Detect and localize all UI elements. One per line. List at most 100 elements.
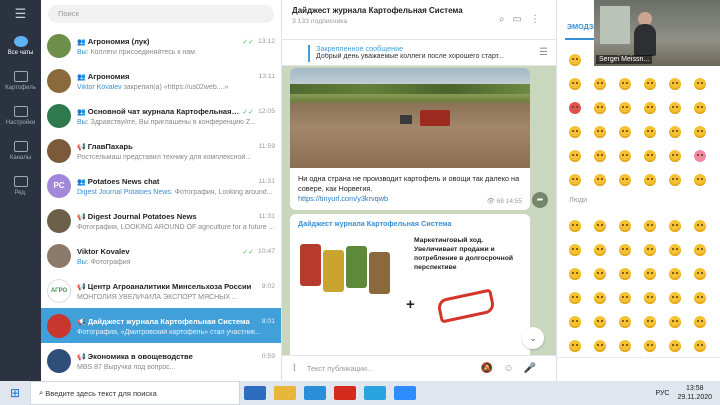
- scroll-down-button[interactable]: ⌄: [522, 327, 544, 349]
- emoji-face-icon[interactable]: [644, 316, 656, 328]
- emoji-face-icon[interactable]: [694, 102, 706, 114]
- emoji-face-icon[interactable]: [594, 220, 606, 232]
- emoji-icon[interactable]: ☺: [503, 363, 523, 374]
- emoji-face-icon[interactable]: [669, 78, 681, 90]
- emoji-face-icon[interactable]: [569, 316, 581, 328]
- emoji-face-icon[interactable]: [569, 268, 581, 280]
- chat-item[interactable]: 👥 Агрономия (лук) ✓✓ 13:12 Вы: Коллеги присо…: [41, 28, 281, 63]
- emoji-face-icon[interactable]: [619, 78, 631, 90]
- emoji-face-icon[interactable]: [644, 292, 656, 304]
- app-icon[interactable]: [304, 386, 326, 400]
- attach-icon[interactable]: ⌇: [292, 363, 297, 374]
- emoji-face-icon[interactable]: [694, 316, 706, 328]
- emoji-face-icon[interactable]: [669, 220, 681, 232]
- clock[interactable]: 13:58 29.11.2020: [677, 384, 712, 402]
- emoji-face-icon[interactable]: [619, 174, 631, 186]
- emoji-face-icon[interactable]: [569, 54, 581, 66]
- emoji-face-icon[interactable]: [569, 244, 581, 256]
- more-icon[interactable]: ⋮: [530, 14, 548, 25]
- emoji-face-icon[interactable]: [694, 268, 706, 280]
- emoji-face-icon[interactable]: [694, 220, 706, 232]
- chat-item[interactable]: 📢 Digest Journal Potatoes News 11:31 Фотогр…: [41, 203, 281, 238]
- share-icon[interactable]: ➦: [532, 192, 548, 208]
- chat-item[interactable]: PC 👥 Potatoes News chat 11:31 Digest Journal…: [41, 168, 281, 203]
- search-icon[interactable]: ⌕: [499, 14, 513, 25]
- windows-start-icon[interactable]: ⊞: [0, 386, 30, 400]
- emoji-face-icon[interactable]: [694, 174, 706, 186]
- chat-item[interactable]: АГРО 📢 Центр Агроаналитики Минсельхоза Рос…: [41, 273, 281, 308]
- emoji-face-icon[interactable]: [644, 126, 656, 138]
- mic-icon[interactable]: 🎤: [524, 363, 546, 374]
- emoji-face-icon[interactable]: [694, 340, 706, 352]
- emoji-face-icon[interactable]: [569, 78, 581, 90]
- emoji-face-icon[interactable]: [594, 244, 606, 256]
- emoji-face-icon[interactable]: [619, 102, 631, 114]
- emoji-face-icon[interactable]: [669, 174, 681, 186]
- emoji-face-icon[interactable]: [619, 268, 631, 280]
- emoji-face-icon[interactable]: [594, 78, 606, 90]
- emoji-face-icon[interactable]: [669, 316, 681, 328]
- emoji-face-icon[interactable]: [594, 126, 606, 138]
- language-indicator[interactable]: РУС: [655, 390, 669, 397]
- emoji-face-icon[interactable]: [694, 244, 706, 256]
- emoji-face-icon[interactable]: [569, 220, 581, 232]
- emoji-face-icon[interactable]: [569, 174, 581, 186]
- emoji-face-icon[interactable]: [694, 78, 706, 90]
- chat-item[interactable]: 📢 ГлавПахарь 11:59 Ростсельмаш представил т…: [41, 133, 281, 168]
- folder-3[interactable]: Каналы: [0, 133, 41, 168]
- emoji-face-icon[interactable]: [669, 292, 681, 304]
- emoji-face-icon[interactable]: [694, 292, 706, 304]
- emoji-face-icon[interactable]: [619, 150, 631, 162]
- emoji-face-icon[interactable]: [669, 244, 681, 256]
- emoji-face-icon[interactable]: [594, 268, 606, 280]
- chat-item[interactable]: 📢 Дайджест журнала Картофельная Система 8:…: [41, 308, 281, 343]
- message-input[interactable]: Текст публикации...: [307, 364, 373, 373]
- emoji-face-icon[interactable]: [619, 126, 631, 138]
- emoji-face-icon[interactable]: [569, 150, 581, 162]
- emoji-face-icon[interactable]: [644, 102, 656, 114]
- emoji-face-icon[interactable]: [644, 244, 656, 256]
- chat-item[interactable]: 📢 Экономика в овощеводстве 0:59 MBS 87 Выру…: [41, 343, 281, 378]
- emoji-face-icon[interactable]: [569, 292, 581, 304]
- chat-item[interactable]: 👥Основной чат журнала Картофельная систе…: [41, 98, 281, 133]
- message-author[interactable]: Дайджест журнала Картофельная Система: [298, 219, 522, 228]
- emoji-face-icon[interactable]: [594, 150, 606, 162]
- emoji-face-icon[interactable]: [644, 78, 656, 90]
- pinned-message[interactable]: Закрепленное сообщение Добрый день уважа…: [282, 40, 556, 66]
- chat-item[interactable]: Viktor Kovalev ✓✓ 10:47 Вы: Фотография: [41, 238, 281, 273]
- emoji-face-icon[interactable]: [619, 316, 631, 328]
- emoji-face-icon[interactable]: [644, 174, 656, 186]
- taskbar-search[interactable]: ⌕ Введите здесь текст для поиска: [30, 381, 240, 405]
- emoji-face-icon[interactable]: [644, 150, 656, 162]
- emoji-face-icon[interactable]: [669, 150, 681, 162]
- emoji-face-icon[interactable]: [619, 244, 631, 256]
- explorer-icon[interactable]: [274, 386, 296, 400]
- pin-list-icon[interactable]: ☰: [539, 47, 548, 58]
- emoji-face-icon[interactable]: [619, 292, 631, 304]
- video-thumbnail[interactable]: Sergei Meissn...: [594, 0, 720, 66]
- zoom-app-icon[interactable]: [394, 386, 416, 400]
- sidebar-toggle-icon[interactable]: ▭: [513, 14, 530, 25]
- emoji-face-icon[interactable]: [669, 102, 681, 114]
- menu-icon[interactable]: ☰: [0, 0, 41, 28]
- message-photo[interactable]: [290, 68, 530, 168]
- emoji-face-icon[interactable]: [619, 220, 631, 232]
- emoji-face-icon[interactable]: [569, 340, 581, 352]
- emoji-face-icon[interactable]: [669, 268, 681, 280]
- emoji-face-icon[interactable]: [594, 102, 606, 114]
- emoji-face-icon[interactable]: [594, 174, 606, 186]
- emoji-face-icon[interactable]: [669, 340, 681, 352]
- folder-0[interactable]: Все чаты: [0, 28, 41, 63]
- folder-2[interactable]: Настройки: [0, 98, 41, 133]
- folder-4[interactable]: Ред.: [0, 168, 41, 203]
- emoji-face-icon[interactable]: [594, 292, 606, 304]
- emoji-face-icon[interactable]: [694, 126, 706, 138]
- search-input[interactable]: Поиск: [48, 5, 274, 23]
- emoji-face-icon[interactable]: [594, 316, 606, 328]
- telegram-icon[interactable]: [364, 386, 386, 400]
- emoji-face-icon[interactable]: [569, 126, 581, 138]
- emoji-face-icon[interactable]: [694, 150, 706, 162]
- emoji-face-icon[interactable]: [669, 126, 681, 138]
- mute-icon[interactable]: 🔕: [481, 363, 503, 374]
- emoji-face-icon[interactable]: [644, 268, 656, 280]
